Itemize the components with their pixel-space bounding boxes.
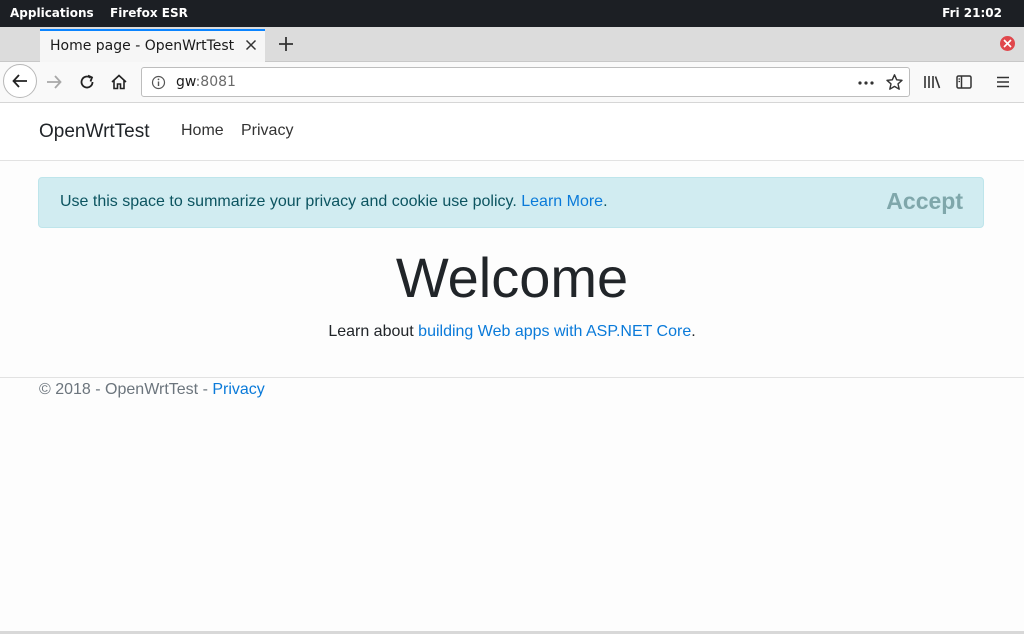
url-text[interactable]: gw:8081 [176,74,236,90]
url-bar[interactable]: gw:8081 [141,67,910,97]
system-top-bar: Applications Firefox ESR Fri 21:02 [0,0,1024,27]
cookie-consent-banner: Use this space to summarize your privacy… [38,177,984,228]
reload-icon[interactable] [73,68,101,96]
footer-copyright: © 2018 - OpenWrtTest - [39,381,213,398]
close-tab-icon[interactable] [243,37,259,53]
sidebar-icon[interactable] [950,68,978,96]
site-brand-link[interactable]: OpenWrtTest [39,121,150,143]
page-heading: Welcome [395,246,629,309]
active-app-menu[interactable]: Firefox ESR [110,6,188,20]
applications-menu[interactable]: Applications [10,6,94,20]
tab-home-page[interactable]: Home page - OpenWrtTest [40,29,265,62]
cookie-message: Use this space to summarize your privacy… [60,193,608,211]
url-port: :8081 [195,74,236,90]
forward-arrow-icon[interactable] [40,68,68,96]
learn-suffix: . [691,323,696,340]
accept-cookies-button[interactable]: Accept [886,188,963,215]
tab-title: Home page - OpenWrtTest [50,38,235,54]
learn-more-link[interactable]: Learn More [521,193,603,210]
library-icon[interactable] [918,68,946,96]
nav-link-home[interactable]: Home [181,122,224,140]
bookmark-star-icon[interactable] [885,73,904,96]
footer-privacy-link[interactable]: Privacy [212,381,264,398]
navigation-toolbar: gw:8081 [0,62,1024,103]
back-arrow-icon[interactable] [3,64,37,98]
aspnet-docs-link[interactable]: building Web apps with ASP.NET Core [418,323,691,340]
new-tab-icon[interactable] [276,34,296,54]
clock[interactable]: Fri 21:02 [942,6,1002,20]
hamburger-menu-icon[interactable] [989,68,1017,96]
info-icon[interactable] [151,75,166,94]
site-footer: © 2018 - OpenWrtTest - Privacy [39,381,265,399]
cookie-message-text: Use this space to summarize your privacy… [60,193,517,210]
footer-divider [0,377,1024,378]
home-icon[interactable] [105,68,133,96]
learn-prefix: Learn about [328,323,419,340]
more-dots-icon[interactable] [857,74,875,96]
url-host: gw [176,74,196,90]
tab-strip: Home page - OpenWrtTest [0,27,1024,62]
site-header: OpenWrtTest Home Privacy [0,103,1024,161]
learn-about-text: Learn about building Web apps with ASP.N… [0,323,1024,341]
nav-link-privacy[interactable]: Privacy [241,122,293,140]
cookie-message-period: . [603,193,608,210]
window-close-icon[interactable] [1000,36,1015,51]
